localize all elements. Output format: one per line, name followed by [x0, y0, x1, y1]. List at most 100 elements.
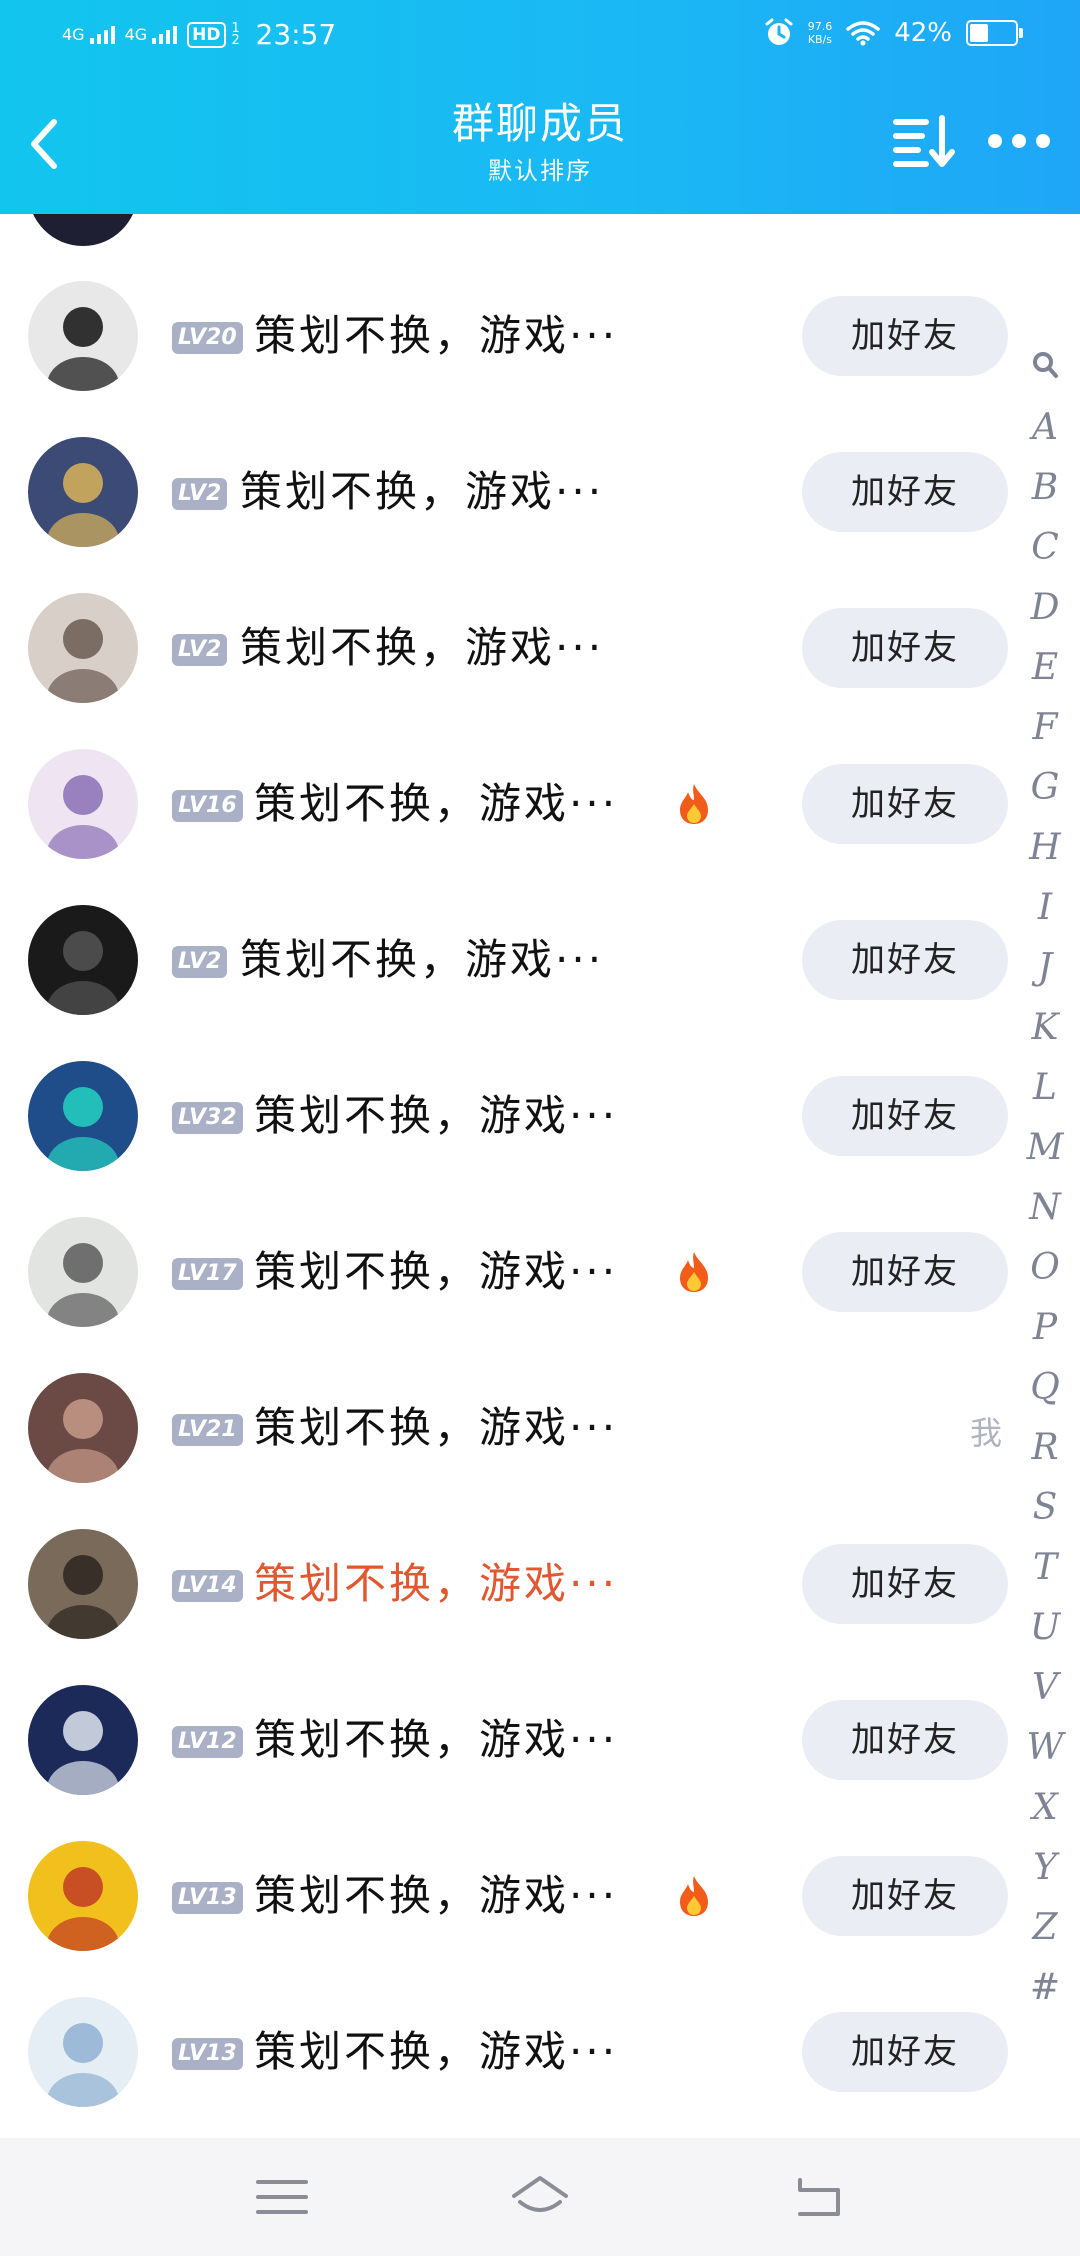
- list-item[interactable]: LV14 策划不换，游戏··· 加好友: [0, 1506, 1020, 1662]
- index-letter[interactable]: D: [1031, 578, 1060, 638]
- back-icon[interactable]: [788, 2172, 848, 2222]
- add-friend-button[interactable]: 加好友: [802, 296, 1008, 376]
- add-friend-button[interactable]: 加好友: [802, 920, 1008, 1000]
- page-title: 群聊成员: [451, 99, 628, 148]
- status-time: 23:57: [255, 18, 337, 51]
- avatar[interactable]: [28, 1841, 138, 1951]
- index-letter[interactable]: C: [1031, 518, 1059, 578]
- list-item[interactable]: LV16 策划不换，游戏··· 加好友: [0, 726, 1020, 882]
- member-list[interactable]: LV20 策划不换，游戏··· 加好友 LV2 策划不换，游戏··· 加好友 LV2 策划不换…: [0, 214, 1080, 2138]
- index-letter[interactable]: W: [1026, 1718, 1063, 1778]
- avatar[interactable]: [28, 1997, 138, 2107]
- list-item[interactable]: LV2 策划不换，游戏··· 加好友: [0, 570, 1020, 726]
- level-badge: LV14: [172, 1570, 243, 1602]
- index-letter[interactable]: J: [1038, 938, 1052, 998]
- index-letter[interactable]: X: [1032, 1778, 1058, 1838]
- index-letter[interactable]: E: [1032, 638, 1058, 698]
- avatar[interactable]: [28, 1373, 138, 1483]
- level-badge: LV13: [172, 1882, 243, 1914]
- index-letter[interactable]: I: [1038, 878, 1052, 938]
- more-button[interactable]: [986, 126, 1052, 156]
- sort-mode-subtitle[interactable]: 默认排序: [340, 156, 740, 186]
- signal-1-label: 4G: [62, 25, 85, 44]
- avatar[interactable]: [28, 1685, 138, 1795]
- add-friend-button[interactable]: 加好友: [802, 1856, 1008, 1936]
- list-item[interactable]: LV17 策划不换，游戏··· 加好友: [0, 1194, 1020, 1350]
- index-letter[interactable]: G: [1031, 758, 1060, 818]
- index-letter[interactable]: #: [1030, 1958, 1060, 2018]
- avatar[interactable]: [28, 214, 138, 246]
- list-item[interactable]: LV13 策划不换，游戏··· 加好友: [0, 1818, 1020, 1974]
- index-letter[interactable]: F: [1033, 698, 1058, 758]
- signal-2-icon: 4G: [125, 25, 178, 44]
- list-item[interactable]: LV21 策划不换，游戏··· 我: [0, 1350, 1020, 1506]
- index-letter[interactable]: H: [1029, 818, 1060, 878]
- back-button[interactable]: [20, 112, 68, 176]
- header: 4G 4G HD 1 2 23:57 97.6 KB/s 42% 群聊成员 默认…: [0, 0, 1080, 214]
- list-item[interactable]: LV2 策划不换，游戏··· 加好友: [0, 882, 1020, 1038]
- level-badge: LV20: [172, 322, 243, 354]
- avatar[interactable]: [28, 1061, 138, 1171]
- list-item[interactable]: LV32 策划不换，游戏··· 加好友: [0, 1038, 1020, 1194]
- index-letter[interactable]: N: [1029, 1178, 1061, 1238]
- avatar[interactable]: [28, 281, 138, 391]
- avatar[interactable]: [28, 749, 138, 859]
- index-letter[interactable]: P: [1033, 1298, 1057, 1358]
- home-icon[interactable]: [510, 2172, 570, 2222]
- sort-button[interactable]: [892, 114, 956, 170]
- avatar[interactable]: [28, 593, 138, 703]
- search-icon[interactable]: [1031, 350, 1059, 380]
- member-name: 策划不换，游戏···: [254, 311, 619, 360]
- fire-icon: [676, 1874, 712, 1918]
- fire-icon: [676, 1250, 712, 1294]
- wifi-icon: [846, 21, 880, 46]
- index-letter[interactable]: R: [1031, 1418, 1058, 1478]
- avatar[interactable]: [28, 1217, 138, 1327]
- index-letter[interactable]: S: [1033, 1478, 1058, 1538]
- level-badge: LV32: [172, 1102, 243, 1134]
- list-item[interactable]: LV12 策划不换，游戏··· 加好友: [0, 1662, 1020, 1818]
- member-name: 策划不换，游戏···: [254, 1559, 619, 1608]
- add-friend-button[interactable]: 加好友: [802, 764, 1008, 844]
- index-letter[interactable]: M: [1027, 1118, 1064, 1178]
- alphabet-index[interactable]: A B C D E F G H I J K L M N O P Q R S T U V W X Y Z #: [1020, 350, 1070, 2018]
- battery-icon: [966, 20, 1023, 46]
- avatar[interactable]: [28, 437, 138, 547]
- index-letter[interactable]: B: [1032, 458, 1058, 518]
- index-letter[interactable]: Q: [1030, 1358, 1060, 1418]
- index-letter[interactable]: Y: [1033, 1838, 1057, 1898]
- member-name: 策划不换，游戏···: [254, 1247, 619, 1296]
- list-item[interactable]: LV2 策划不换，游戏··· 加好友: [0, 414, 1020, 570]
- level-badge: LV12: [172, 1726, 243, 1758]
- status-left: 4G 4G HD 1 2 23:57: [62, 18, 336, 51]
- index-letter[interactable]: T: [1033, 1538, 1057, 1598]
- level-badge: LV21: [172, 1414, 243, 1446]
- add-friend-button[interactable]: 加好友: [802, 1076, 1008, 1156]
- level-badge: LV2: [172, 478, 228, 510]
- member-name: 策划不换，游戏···: [254, 2027, 619, 2076]
- index-letter[interactable]: L: [1033, 1058, 1057, 1118]
- member-name: 策划不换，游戏···: [254, 1403, 619, 1452]
- avatar[interactable]: [28, 1529, 138, 1639]
- list-item[interactable]: LV20 策划不换，游戏··· 加好友: [0, 258, 1020, 414]
- add-friend-button[interactable]: 加好友: [802, 1232, 1008, 1312]
- index-letter[interactable]: A: [1032, 398, 1058, 458]
- menu-icon[interactable]: [252, 2172, 312, 2222]
- member-name: 策划不换，游戏···: [254, 1871, 619, 1920]
- index-letter[interactable]: V: [1032, 1658, 1058, 1718]
- member-name: 策划不换，游戏···: [254, 779, 619, 828]
- avatar[interactable]: [28, 905, 138, 1015]
- level-badge: LV2: [172, 634, 228, 666]
- add-friend-button[interactable]: 加好友: [802, 608, 1008, 688]
- add-friend-button[interactable]: 加好友: [802, 452, 1008, 532]
- index-letter[interactable]: O: [1030, 1238, 1060, 1298]
- index-letter[interactable]: Z: [1032, 1898, 1057, 1958]
- add-friend-button[interactable]: 加好友: [802, 1544, 1008, 1624]
- add-friend-button[interactable]: 加好友: [802, 1700, 1008, 1780]
- index-letter[interactable]: K: [1032, 998, 1059, 1058]
- index-letter[interactable]: U: [1030, 1598, 1060, 1658]
- add-friend-button[interactable]: 加好友: [802, 2012, 1008, 2092]
- net-speed: 97.6 KB/s: [808, 20, 833, 46]
- member-name: 策划不换，游戏···: [254, 1715, 619, 1764]
- list-item[interactable]: LV13 策划不换，游戏··· 加好友: [0, 1974, 1020, 2130]
